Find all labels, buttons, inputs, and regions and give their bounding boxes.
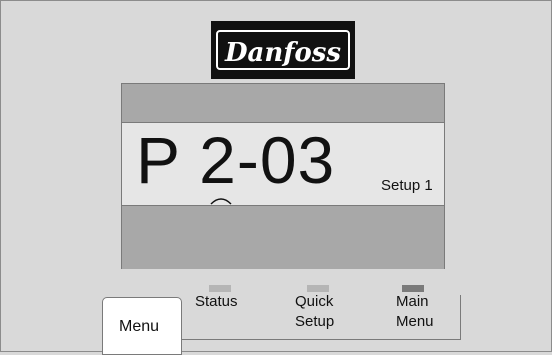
edit-cursor-icon bbox=[210, 198, 232, 205]
setup-label: Setup 1 bbox=[381, 177, 433, 194]
nav-divider-line bbox=[182, 339, 461, 340]
main-menu-button[interactable]: Main Menu bbox=[396, 292, 434, 332]
danfoss-logo-graphic: Danfoss bbox=[216, 30, 350, 70]
display-top-band bbox=[122, 84, 444, 123]
menu-button[interactable]: Menu bbox=[102, 297, 182, 355]
quick-setup-label-line1: Quick bbox=[295, 293, 334, 310]
control-panel: Danfoss P 2-03 Setup 1 Menu Status Quick… bbox=[0, 0, 552, 355]
quick-setup-label-line2: Setup bbox=[295, 313, 335, 330]
status-indicator-led bbox=[209, 285, 231, 292]
status-button[interactable]: Status bbox=[195, 292, 238, 312]
parameter-number: P 2-03 bbox=[136, 123, 336, 197]
quick-setup-indicator-led bbox=[307, 285, 329, 292]
main-menu-label-line2: Menu bbox=[396, 313, 434, 330]
svg-text:Danfoss: Danfoss bbox=[224, 38, 341, 68]
danfoss-logo: Danfoss bbox=[211, 21, 355, 79]
display-bottom-band bbox=[122, 205, 444, 269]
quick-setup-button[interactable]: Quick Setup bbox=[295, 292, 334, 332]
menu-button-label: Menu bbox=[119, 318, 160, 335]
main-menu-label-line1: Main bbox=[396, 293, 429, 310]
status-button-label: Status bbox=[195, 293, 238, 310]
main-menu-indicator-led bbox=[402, 285, 424, 292]
lcp-display: P 2-03 Setup 1 bbox=[121, 83, 445, 269]
nav-divider-end bbox=[460, 295, 461, 340]
